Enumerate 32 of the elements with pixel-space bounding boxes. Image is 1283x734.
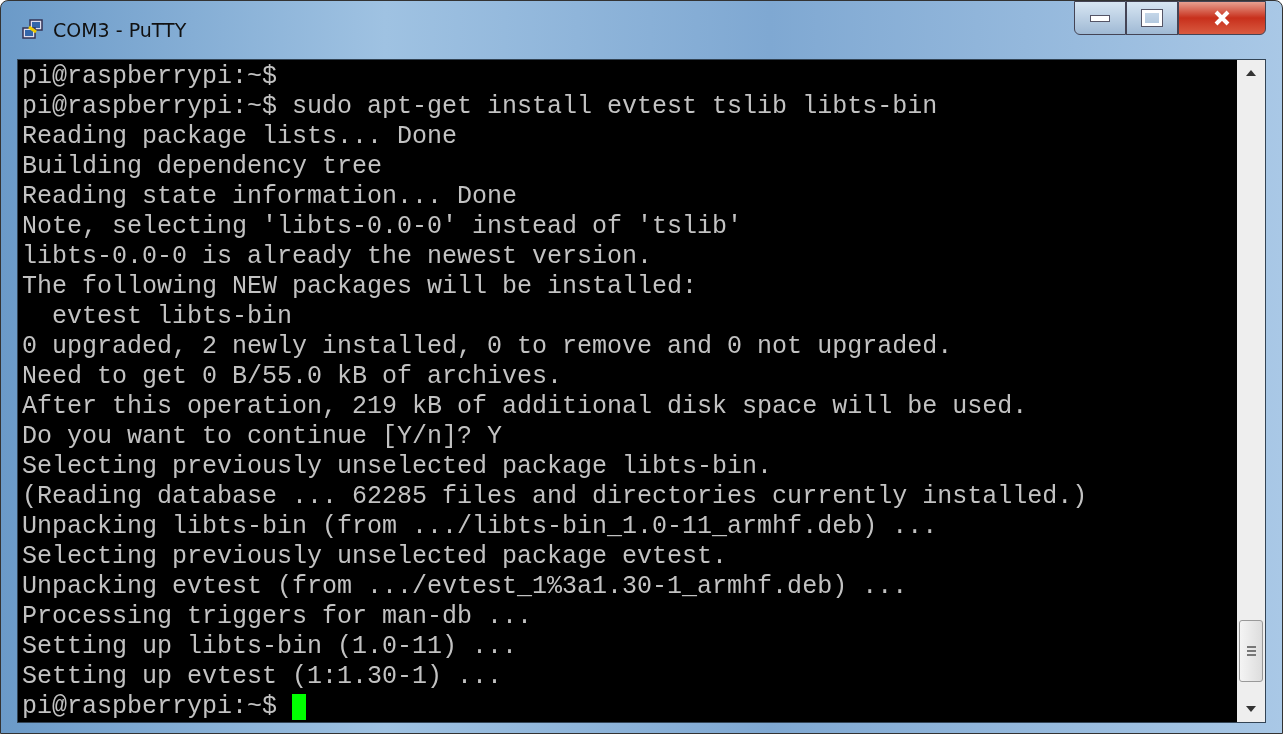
- computers-icon: [21, 18, 45, 42]
- terminal-line: Need to get 0 B/55.0 kB of archives.: [22, 362, 563, 392]
- scroll-up-arrow-icon[interactable]: [1246, 70, 1256, 76]
- terminal-line: Setting up evtest (1:1.30-1) ...: [22, 662, 503, 692]
- scrollbar-thumb[interactable]: [1239, 620, 1263, 682]
- terminal-line: libts-0.0-0 is already the newest version.: [22, 242, 653, 272]
- terminal-line: Do you want to continue [Y/n]? Y: [22, 422, 503, 452]
- terminal-line: pi@raspberrypi:~$: [22, 62, 278, 92]
- minimize-button[interactable]: [1074, 1, 1126, 35]
- terminal-line: Building dependency tree: [22, 152, 383, 182]
- terminal-line: Setting up libts-bin (1.0-11) ...: [22, 632, 518, 662]
- terminal-line: After this operation, 219 kB of additional disk space will be used.: [22, 392, 1028, 422]
- terminal-line: (Reading database ... 62285 files and directories currently installed.): [22, 482, 1088, 512]
- terminal-line: pi@raspberrypi:~$ sudo apt-get install evtest tslib libts-bin: [22, 92, 938, 122]
- terminal-line: The following NEW packages will be installed:: [22, 272, 698, 302]
- terminal-line: Selecting previously unselected package libts-bin.: [22, 452, 773, 482]
- terminal-line: Note, selecting 'libts-0.0-0' instead of 'tslib': [22, 212, 743, 242]
- terminal-line: Processing triggers for man-db ...: [22, 602, 533, 632]
- terminal-line: evtest libts-bin: [51, 302, 293, 332]
- scroll-down-arrow-icon[interactable]: [1246, 706, 1256, 712]
- terminal-line: Selecting previously unselected package evtest.: [22, 542, 728, 572]
- terminal-line: 0 upgraded, 2 newly installed, 0 to remove and 0 not upgraded.: [22, 332, 953, 362]
- terminal-line: Reading package lists... Done: [22, 122, 458, 152]
- scrollbar[interactable]: [1237, 60, 1265, 722]
- terminal-line: Unpacking evtest (from .../evtest_1%3a1.30-1_armhf.deb) ...: [22, 572, 908, 602]
- close-button[interactable]: [1178, 1, 1266, 35]
- terminal-line: Reading state information... Done: [22, 182, 518, 212]
- maximize-button[interactable]: [1126, 1, 1178, 35]
- window-title: COM3 - PuTTY: [53, 19, 187, 41]
- close-icon: [1213, 10, 1231, 26]
- terminal-line: pi@raspberrypi:~$: [22, 692, 279, 722]
- terminal-line: Unpacking libts-bin (from .../libts-bin_1.0-11_armhf.deb) ...: [22, 512, 938, 542]
